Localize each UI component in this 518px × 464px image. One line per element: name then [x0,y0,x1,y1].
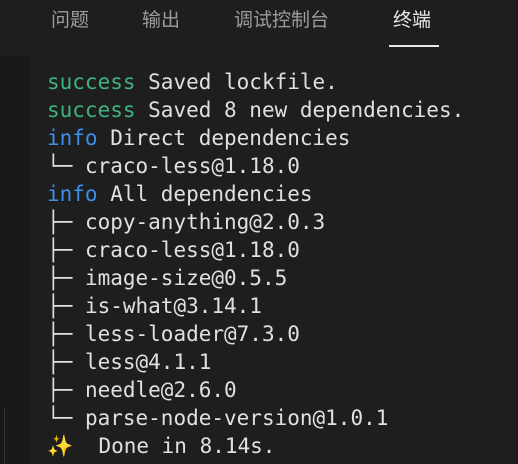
terminal-line: success Saved lockfile. [47,68,518,96]
success-prefix: success [47,70,136,94]
terminal-line-text: Direct dependencies [97,126,351,150]
terminal-line: ├─ needle@2.6.0 [47,376,518,404]
terminal-line: ✨ Done in 8.14s. [47,432,518,460]
terminal-line: ├─ less@4.1.1 [47,348,518,376]
terminal-output[interactable]: success Saved lockfile. success Saved 8 n… [47,68,518,460]
terminal-line-text: image-size@0.5.5 [72,266,288,290]
terminal-panel: 问题 输出 调试控制台 终端 success Saved lockfile. su… [0,0,518,464]
success-prefix: success [47,98,136,122]
tree-branch-glyph: ├─ [47,210,73,234]
tab-terminal[interactable]: 终端 [393,5,431,35]
terminal-line-text: Done in 8.14s. [73,434,276,458]
terminal-line-text: Saved 8 new dependencies. [135,98,465,122]
panel-tabs: 问题 输出 调试控制台 终端 [0,0,518,48]
terminal-line: info All dependencies [47,180,518,208]
tree-branch-glyph: └─ [47,154,73,178]
tree-branch-glyph: ├─ [47,378,73,402]
info-prefix: info [47,126,98,150]
terminal-line-text: parse-node-version@1.0.1 [72,406,389,430]
left-gutter [0,56,30,464]
tab-debug-console[interactable]: 调试控制台 [234,5,329,35]
terminal-line-text: craco-less@1.18.0 [72,238,300,262]
terminal-line: └─ parse-node-version@1.0.1 [47,404,518,432]
tree-branch-glyph: ├─ [47,266,73,290]
tab-problems[interactable]: 问题 [51,5,89,35]
terminal-line-text: needle@2.6.0 [72,378,237,402]
terminal-line-text: copy-anything@2.0.3 [72,210,326,234]
terminal-line: └─ craco-less@1.18.0 [47,152,518,180]
tree-branch-glyph: └─ [47,406,73,430]
tree-branch-glyph: ├─ [47,322,73,346]
terminal-line: ├─ is-what@3.14.1 [47,292,518,320]
tab-output[interactable]: 输出 [142,5,180,35]
terminal-line-text: less-loader@7.3.0 [72,322,300,346]
tree-branch-glyph: ├─ [47,294,73,318]
terminal-line: ├─ craco-less@1.18.0 [47,236,518,264]
terminal-line: ├─ image-size@0.5.5 [47,264,518,292]
sparkles-icon: ✨ [47,434,74,458]
tree-branch-glyph: ├─ [47,238,73,262]
terminal-line: ├─ less-loader@7.3.0 [47,320,518,348]
terminal-line: ├─ copy-anything@2.0.3 [47,208,518,236]
terminal-line-text: less@4.1.1 [72,350,212,374]
terminal-line-text: craco-less@1.18.0 [72,154,300,178]
tree-branch-glyph: ├─ [47,350,73,374]
terminal-line-text: Saved lockfile. [135,70,338,94]
terminal-line: info Direct dependencies [47,124,518,152]
terminal-line: success Saved 8 new dependencies. [47,96,518,124]
active-tab-indicator [389,45,439,47]
gutter-divider [4,407,5,464]
terminal-line-text: is-what@3.14.1 [72,294,262,318]
terminal-line-text: All dependencies [97,182,313,206]
info-prefix: info [47,182,98,206]
